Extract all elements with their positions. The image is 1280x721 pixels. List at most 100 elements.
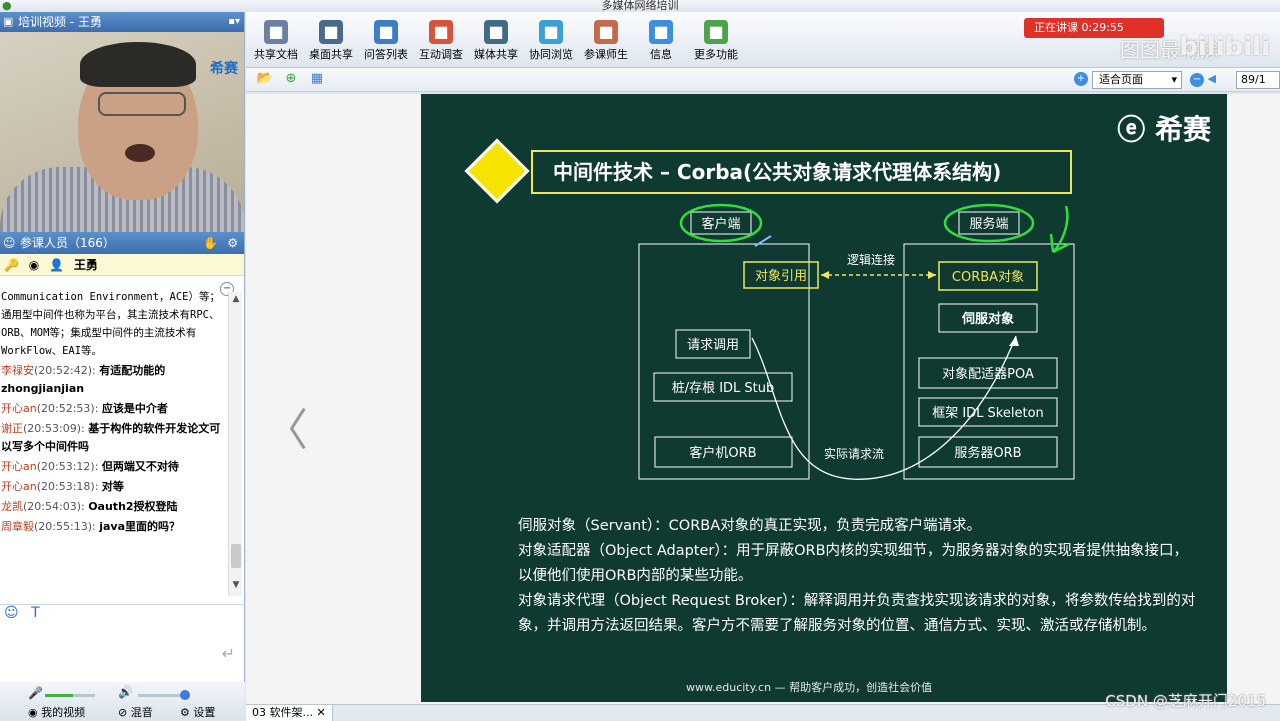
zoom-select[interactable]: 适合页面	[1092, 71, 1182, 89]
attendees-header: ☺ 参课人员（166） ✋ ⚙	[0, 232, 244, 254]
slide-footer: www.educity.cn — 帮助客户成功，创造社会价值	[686, 681, 933, 694]
desc-adapter: 对象适配器（Object Adapter）：用于屏蔽ORB内核的实现细节，为服务…	[518, 543, 1189, 584]
scroll-up-icon[interactable]: ▲	[229, 294, 243, 308]
mix-button[interactable]: ⊘ 混音	[118, 704, 153, 720]
doc-tab[interactable]: 03 软件架... ✕	[246, 705, 333, 721]
toolbar-item-label: 媒体共享	[474, 48, 518, 61]
chat-time: (20:54:03):	[23, 500, 85, 513]
corba-diagram: 客户端 服务端 对象引用 请求调用 桩/存根 IDL Stub 客户机ORB C…	[638, 203, 1075, 480]
toolbar-item-3[interactable]: ■ 互动调查	[413, 20, 469, 62]
client-orb-label: 客户机ORB	[689, 445, 756, 461]
desktop-share-icon: ■	[319, 20, 343, 44]
slide: ⓔ 希赛 中间件技术 – Corba(公共对象请求代理体系结构) 客户端 服务端	[421, 94, 1227, 702]
zoom-in-button[interactable]: +	[1074, 72, 1088, 86]
chat-text: 应该是中介者	[101, 402, 168, 415]
toolbar-item-4[interactable]: ■ 媒体共享	[468, 20, 524, 62]
attendees-title: 参课人员（166）	[20, 236, 115, 250]
toolbar-item-2[interactable]: ■ 问答列表	[358, 20, 414, 62]
chat-who: 开心an	[1, 402, 37, 415]
chat-input[interactable]: ↵	[0, 624, 245, 684]
object-ref-label: 对象引用	[755, 269, 807, 284]
user-icon: 👤	[49, 258, 65, 272]
toolbar-item-label: 共享文档	[254, 48, 298, 61]
corba-object-label: CORBA对象	[952, 270, 1024, 285]
send-icon[interactable]: ↵	[222, 644, 235, 663]
zoom-out-icon[interactable]: −	[1190, 73, 1204, 87]
watermark-site: bilibili	[1179, 32, 1270, 62]
info-icon: ■	[649, 20, 673, 44]
chat-list: 李禄安(20:52:42): 有适配功能的 zhongjianjian 开心an(…	[1, 362, 228, 536]
zoom-in-icon: +	[1074, 72, 1088, 86]
client-label: 客户端	[701, 216, 740, 232]
servant-label: 伺服对象	[961, 311, 1014, 327]
server-label: 服务端	[969, 216, 1008, 232]
my-video-button[interactable]: ◉ 我的视频	[28, 704, 85, 720]
page-number[interactable]: 89/1	[1236, 71, 1280, 89]
mic-fill	[45, 694, 73, 697]
open-folder-icon[interactable]: 📂	[256, 71, 274, 87]
share-screen-icon[interactable]: ▦	[308, 71, 326, 87]
settings-button[interactable]: ⚙ 设置	[180, 704, 215, 720]
av-controls: 🎤 🔊 ◉ 我的视频 ⊘ 混音 ⚙ 设置	[0, 682, 245, 720]
tab-close-icon[interactable]: ✕	[316, 706, 325, 719]
scroll-thumb[interactable]	[231, 544, 241, 568]
main-area: 正在讲课 0:29:55 图图最糊涂 bilibili ■ 共享文档 ■ 桌面共享 ■ 问…	[246, 12, 1280, 721]
prev-page-icon[interactable]: ◀	[1208, 72, 1216, 85]
key-icon: 🔑	[4, 258, 19, 272]
chat-who: 周章毅	[1, 520, 34, 533]
window-title: 多媒体网络培训	[601, 0, 679, 12]
scroll-down-icon[interactable]: ▼	[229, 580, 243, 594]
request-call-label: 请求调用	[687, 338, 739, 353]
chat-message: 李禄安(20:52:42): 有适配功能的 zhongjianjian	[1, 362, 228, 398]
speaker-knob[interactable]	[180, 690, 190, 700]
chat-input-toolbar: ☺ T	[0, 604, 245, 624]
toolbar-item-label: 协同浏览	[529, 48, 573, 61]
panel-menu-icon[interactable]: ▪▾	[228, 12, 240, 32]
toolbar-item-5[interactable]: ■ 协同浏览	[523, 20, 579, 62]
mic-icon[interactable]: 🎤	[28, 686, 43, 700]
add-doc-icon[interactable]: ⊕	[282, 71, 300, 87]
app-icon: ●	[2, 0, 12, 12]
chat-log: Communication Environment，ACE）等；通用型中间件也称…	[0, 288, 228, 606]
chat-time: (20:53:09):	[23, 422, 85, 435]
co-browse-icon: ■	[539, 20, 563, 44]
toolbar-item-6[interactable]: ■ 参课师生	[578, 20, 634, 62]
video-panel-header: ▣ 培训视频 - 王勇 ▪▾	[0, 12, 244, 32]
csdn-watermark: CSDN @芝麻开门2015	[1105, 692, 1266, 710]
document-toolbar: 📂 ⊕ ▦ + 适合页面 − ◀ 89/1	[246, 68, 1280, 92]
chat-time: (20:53:18):	[36, 480, 99, 493]
logical-link-arrow-left	[821, 271, 829, 279]
toolbar-item-label: 更多功能	[694, 48, 738, 61]
video-mouth	[125, 144, 155, 162]
chat-system-message: Communication Environment，ACE）等；通用型中间件也称…	[1, 291, 221, 357]
toolbar-item-0[interactable]: ■ 共享文档	[248, 20, 304, 62]
presenter-video: 希赛	[0, 32, 244, 232]
emoji-icon[interactable]: ☺	[4, 605, 19, 621]
chat-time: (20:52:42):	[34, 364, 96, 377]
speaker-icon[interactable]: 🔊	[118, 685, 133, 699]
chat-scrollbar[interactable]: ▲ ▼	[228, 292, 242, 596]
desc-orb: 对象请求代理（Object Request Broker）：解释调用并负责查找实…	[518, 593, 1196, 634]
toolbar-item-7[interactable]: ■ 信息	[633, 20, 689, 62]
attendee-settings-icon[interactable]: ⚙	[227, 232, 238, 254]
toolbar-item-1[interactable]: ■ 桌面共享	[303, 20, 359, 62]
video-glasses	[98, 92, 186, 116]
survey-icon: ■	[429, 20, 453, 44]
media-share-icon: ■	[484, 20, 508, 44]
toolbar-item-label: 信息	[650, 48, 672, 61]
chat-time: (20:55:13):	[34, 520, 96, 533]
more-icon: ■	[704, 20, 728, 44]
page-nav[interactable]: − ◀	[1190, 72, 1216, 87]
chat-who: 李禄安	[1, 364, 34, 377]
chat-who: 开心an	[1, 480, 37, 493]
raise-hand-icon[interactable]: ✋	[203, 232, 218, 254]
host-row[interactable]: 🔑 ◉ 👤 王勇	[0, 254, 244, 276]
request-flow-arrow	[1009, 336, 1019, 346]
font-icon[interactable]: T	[31, 605, 40, 621]
prev-slide-icon[interactable]: 〈	[264, 394, 308, 458]
toolbar-item-label: 问答列表	[364, 48, 408, 61]
toolbar-item-8[interactable]: ■ 更多功能	[688, 20, 744, 62]
chat-time: (20:53:12):	[36, 460, 99, 473]
main-toolbar: 正在讲课 0:29:55 图图最糊涂 bilibili ■ 共享文档 ■ 桌面共享 ■ 问…	[246, 12, 1280, 68]
attendees-icon: ■	[594, 20, 618, 44]
